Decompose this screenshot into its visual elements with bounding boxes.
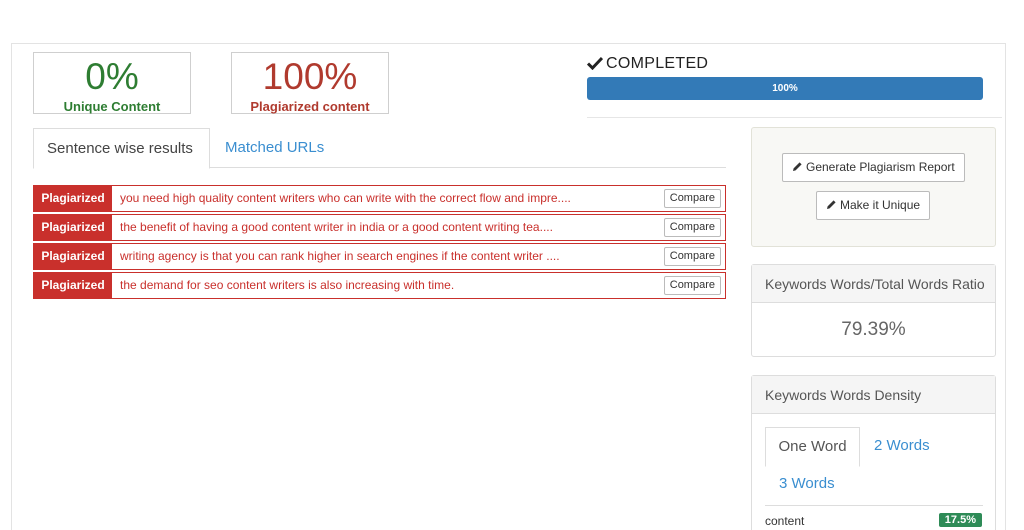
results-tabs: Sentence wise results Matched URLs [33, 128, 726, 169]
pencil-icon [793, 162, 802, 171]
result-sentence: the demand for seo content writers is al… [120, 278, 455, 292]
results-list: Plagiarized you need high quality conten… [33, 185, 726, 301]
make-unique-button[interactable]: Make it Unique [816, 191, 931, 220]
check-icon [586, 56, 604, 71]
result-row: Plagiarized the demand for seo content w… [33, 272, 726, 299]
progress-fill: 100% [587, 77, 983, 100]
compare-button[interactable]: Compare [663, 247, 721, 266]
unique-percent: 0% [85, 56, 139, 97]
plagiarized-badge: Plagiarized [34, 244, 112, 269]
generate-report-label: Generate Plagiarism Report [806, 160, 955, 174]
result-row: Plagiarized the benefit of having a good… [33, 214, 726, 241]
tab-two-words[interactable]: 2 Words [874, 427, 930, 465]
keyword-density-panel: Keywords Words Density One Word 2 Words … [751, 375, 996, 530]
result-sentence: the benefit of having a good content wri… [120, 220, 553, 234]
result-row: Plagiarized you need high quality conten… [33, 185, 726, 212]
status-text: COMPLETED [606, 55, 709, 72]
plagiarized-percent: 100% [262, 56, 358, 97]
tab-matched-urls[interactable]: Matched URLs [212, 128, 337, 168]
keyword-density-title: Keywords Words Density [752, 376, 995, 414]
density-keyword: content [765, 514, 805, 528]
compare-button[interactable]: Compare [663, 189, 721, 208]
plagiarized-content-box: 100% Plagiarized content [231, 52, 389, 114]
completion-status: COMPLETED [586, 55, 709, 73]
divider [587, 117, 1002, 118]
result-sentence: you need high quality content writers wh… [120, 191, 571, 205]
unique-content-box: 0% Unique Content [33, 52, 191, 114]
compare-button[interactable]: Compare [663, 218, 721, 237]
generate-report-button[interactable]: Generate Plagiarism Report [782, 153, 965, 182]
pencil-icon [827, 200, 836, 209]
result-row: Plagiarized writing agency is that you c… [33, 243, 726, 270]
keyword-ratio-panel: Keywords Words/Total Words Ratio 79.39% [751, 264, 996, 357]
plagiarized-badge: Plagiarized [34, 215, 112, 240]
compare-button[interactable]: Compare [663, 276, 721, 295]
keyword-ratio-title: Keywords Words/Total Words Ratio [752, 265, 995, 303]
tab-one-word[interactable]: One Word [765, 427, 860, 467]
unique-label: Unique Content [63, 99, 161, 114]
keyword-ratio-value: 79.39% [841, 319, 906, 340]
tab-sentence-wise-results[interactable]: Sentence wise results [33, 128, 210, 169]
tab-three-words[interactable]: 3 Words [779, 475, 835, 492]
progress-bar: 100% [587, 77, 983, 100]
plagiarized-badge: Plagiarized [34, 186, 112, 211]
result-sentence: writing agency is that you can rank high… [120, 249, 560, 263]
plagiarized-badge: Plagiarized [34, 273, 112, 298]
make-unique-label: Make it Unique [840, 198, 921, 212]
actions-panel: Generate Plagiarism Report Make it Uniqu… [751, 127, 996, 247]
plagiarized-label: Plagiarized content [250, 99, 370, 114]
density-divider [765, 505, 983, 506]
density-percent-badge: 17.5% [938, 513, 982, 527]
